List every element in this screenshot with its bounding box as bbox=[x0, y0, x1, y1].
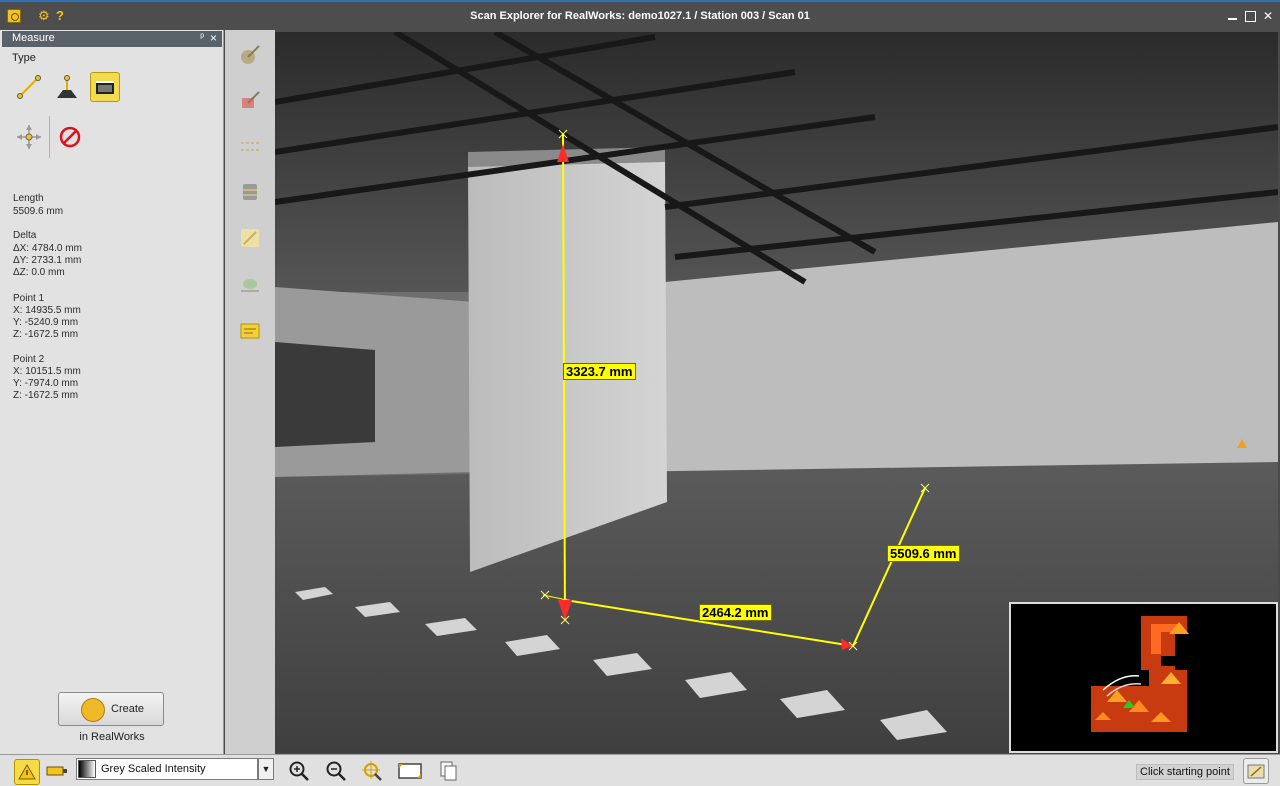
create-in-realworks-button[interactable]: Create bbox=[58, 692, 164, 726]
distance-measure-icon bbox=[17, 75, 41, 99]
tool-divider bbox=[49, 116, 50, 158]
zoom-in-icon bbox=[289, 761, 309, 781]
vertical-toolbar bbox=[225, 30, 275, 754]
layer-tool-button[interactable] bbox=[238, 180, 262, 204]
plan-measure-icon bbox=[96, 81, 114, 94]
zoom-target-button[interactable] bbox=[360, 759, 386, 783]
laser-button[interactable] bbox=[44, 761, 70, 781]
fit-view-icon bbox=[398, 763, 422, 779]
copy-icon bbox=[440, 761, 457, 781]
point2-x: X: 10151.5 mm bbox=[13, 366, 81, 377]
measure-panel: Measure ᵖ × Type Length 5509.6 mm Delta … bbox=[0, 30, 224, 754]
vertical-measure-label: 3323.7 mm bbox=[563, 363, 636, 380]
corner-view-button[interactable] bbox=[1243, 758, 1269, 784]
panel-close-icon[interactable]: × bbox=[210, 31, 217, 45]
point-coordinate-icon bbox=[17, 125, 41, 149]
close-icon[interactable]: ✕ bbox=[1261, 9, 1275, 23]
create-label: Create bbox=[111, 703, 145, 715]
paint-tool-button[interactable] bbox=[238, 88, 262, 112]
warning-button[interactable] bbox=[14, 759, 40, 785]
annotation-tool-button[interactable] bbox=[238, 320, 262, 344]
minimap[interactable] bbox=[1009, 602, 1278, 753]
plan-tool-button[interactable] bbox=[90, 72, 120, 102]
delta-x: ΔX: 4784.0 mm bbox=[13, 243, 82, 254]
height-measure-icon bbox=[57, 75, 77, 98]
point1-y: Y: -5240.9 mm bbox=[13, 317, 79, 328]
layers-icon bbox=[243, 184, 257, 200]
panel-title: Measure bbox=[12, 32, 55, 44]
color-mode-select[interactable]: Grey Scaled Intensity bbox=[76, 758, 258, 780]
point2-label: Point 2 bbox=[13, 354, 45, 365]
height-tool-button[interactable] bbox=[52, 72, 82, 102]
maximize-icon[interactable] bbox=[1243, 9, 1257, 23]
point1-x: X: 14935.5 mm bbox=[13, 305, 81, 316]
zoom-out-button[interactable] bbox=[323, 759, 349, 783]
minimap-pointcloud bbox=[1091, 616, 1189, 732]
warning-icon bbox=[18, 764, 36, 780]
pin-icon[interactable]: ᵖ bbox=[200, 32, 204, 43]
delta-y: ΔY: 2733.1 mm bbox=[13, 255, 82, 266]
scanner-icon bbox=[46, 766, 67, 776]
section-tool-button[interactable] bbox=[238, 134, 262, 158]
panel-header: Measure ᵖ × bbox=[2, 31, 222, 47]
zoom-target-icon bbox=[362, 761, 382, 781]
point2-y: Y: -7974.0 mm bbox=[13, 378, 79, 389]
realworks-label: in RealWorks bbox=[79, 731, 145, 743]
floor-measure-label: 2464.2 mm bbox=[699, 604, 772, 621]
type-label: Type bbox=[12, 52, 36, 64]
point1-label: Point 1 bbox=[13, 293, 45, 304]
length-label: Length bbox=[13, 193, 44, 204]
point1-z: Z: -1672.5 mm bbox=[13, 329, 79, 340]
point-tool-button[interactable] bbox=[14, 122, 44, 152]
paint-icon bbox=[242, 91, 260, 108]
brush-icon bbox=[241, 45, 260, 64]
bottom-toolbar: Grey Scaled Intensity ▼ Click starting p… bbox=[0, 754, 1280, 786]
vent-grille bbox=[275, 342, 375, 447]
no-entry-icon bbox=[59, 126, 81, 148]
window-title: Scan Explorer for RealWorks: demo1027.1 … bbox=[470, 10, 810, 22]
create-icon bbox=[81, 698, 105, 722]
status-text: Click starting point bbox=[1136, 764, 1234, 780]
point2-z: Z: -1672.5 mm bbox=[13, 390, 79, 401]
scan-viewport[interactable]: 3323.7 mm 2464.2 mm 5509.6 mm bbox=[275, 32, 1278, 753]
diagonal-measure-label: 5509.6 mm bbox=[887, 545, 960, 562]
edit-view-icon bbox=[1247, 764, 1265, 779]
title-bar: ⚙ ? Scan Explorer for RealWorks: demo102… bbox=[0, 0, 1280, 32]
copy-view-button[interactable] bbox=[435, 759, 461, 783]
delta-label: Delta bbox=[13, 230, 37, 241]
zoom-in-button[interactable] bbox=[286, 759, 312, 783]
distance-tool-button[interactable] bbox=[14, 72, 44, 102]
length-value: 5509.6 mm bbox=[13, 206, 64, 217]
minimize-icon[interactable] bbox=[1226, 9, 1240, 23]
clear-measure-button[interactable] bbox=[55, 122, 85, 152]
note-icon bbox=[240, 323, 260, 339]
brush-tool-button[interactable] bbox=[238, 42, 262, 66]
ground-icon bbox=[241, 279, 259, 292]
fit-view-button[interactable] bbox=[397, 759, 423, 783]
color-mode-dropdown-icon[interactable]: ▼ bbox=[258, 758, 274, 780]
zoom-out-icon bbox=[326, 761, 346, 781]
intensity-swatch-icon bbox=[78, 760, 96, 778]
pen-icon bbox=[241, 229, 259, 247]
delta-z: ΔZ: 0.0 mm bbox=[13, 267, 65, 278]
ground-tool-button[interactable] bbox=[238, 274, 262, 298]
section-icon bbox=[241, 142, 259, 151]
pen-tool-button[interactable] bbox=[238, 226, 262, 250]
